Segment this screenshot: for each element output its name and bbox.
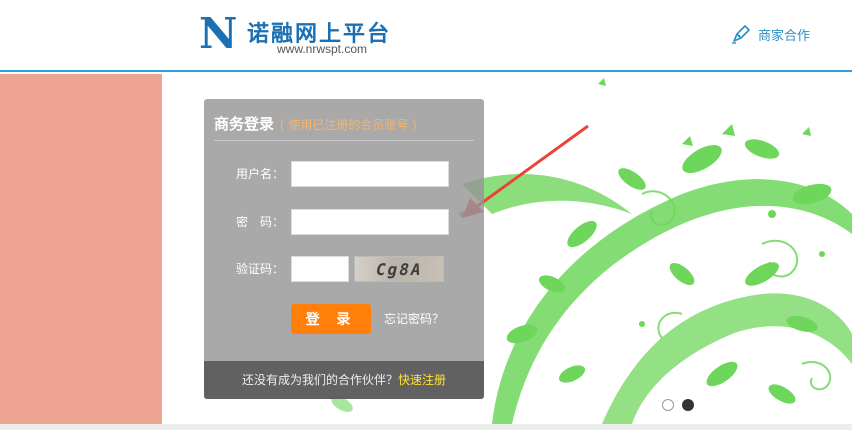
login-title: 商务登录 — [214, 115, 275, 133]
site-url: www.nrwspt.com — [277, 42, 368, 56]
login-hint: ( 使用已注册的会员账号 ) — [279, 118, 417, 132]
merchant-link-label: 商家合作 — [758, 28, 811, 44]
username-input[interactable] — [291, 161, 449, 187]
quick-register-link[interactable]: 快速注册 — [398, 373, 446, 387]
login-button[interactable]: 登 录 — [291, 304, 371, 334]
captcha-text: Cg8A — [373, 259, 425, 279]
slider-dot-2[interactable] — [682, 399, 694, 411]
login-panel: 商务登录 ( 使用已注册的会员账号 ) 用户名： 密 码： 验证码： Cg8A … — [204, 99, 484, 399]
username-label: 用户名： — [235, 167, 284, 181]
slider-pagination — [662, 399, 694, 411]
login-panel-footer: 还没有成为我们的合作伙伴？快速注册 — [204, 361, 484, 399]
slider-dot-1[interactable] — [662, 399, 674, 411]
site-logo[interactable]: N 诺融网上平台 www.nrwspt.com — [199, 9, 419, 60]
forgot-password-link[interactable]: 忘记密码？ — [384, 310, 444, 327]
captcha-label: 验证码： — [235, 262, 284, 276]
captcha-input[interactable] — [291, 256, 349, 282]
login-panel-header: 商务登录 ( 使用已注册的会员账号 ) — [214, 107, 474, 141]
password-input[interactable] — [291, 209, 449, 235]
merchant-cooperation-link[interactable]: 商家合作 — [730, 22, 810, 46]
password-label: 密 码： — [235, 215, 284, 229]
captcha-image[interactable]: Cg8A — [354, 256, 444, 282]
left-banner-strip — [0, 74, 162, 424]
pen-icon — [732, 25, 750, 44]
site-header: N 诺融网上平台 www.nrwspt.com 商家合作 — [0, 0, 852, 72]
logo-letter: N — [199, 9, 238, 58]
page-bottom-band — [0, 424, 852, 430]
partner-prompt: 还没有成为我们的合作伙伴？ — [241, 373, 398, 387]
